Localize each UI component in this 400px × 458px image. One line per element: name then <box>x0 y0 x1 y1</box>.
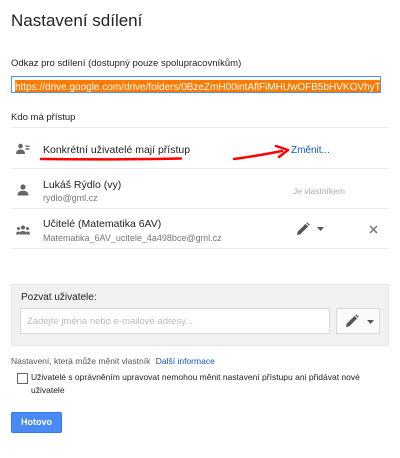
user-email: rydlo@gml.cz <box>43 193 98 203</box>
user-name: Lukáš Rýdlo (vy) <box>43 179 122 191</box>
invite-label: Pozvat uživatele: <box>21 292 97 303</box>
divider <box>11 127 389 128</box>
permission-dropdown[interactable] <box>296 221 326 237</box>
owner-settings-text: Nastavení, která může měnit vlastník <box>11 356 151 366</box>
people-icon <box>16 143 30 154</box>
change-visibility-link[interactable]: Změnit... <box>291 145 330 156</box>
group-email: Matematika_6AV_ucitele_4a498bce@gml.cz <box>43 233 222 243</box>
chevron-down-icon <box>317 227 324 231</box>
share-link-field[interactable]: https://drive.google.com/drive/folders/0… <box>11 76 381 93</box>
editors-restriction-label: Uživatelé s oprávněním upravovat nemohou… <box>31 372 360 395</box>
invite-input[interactable] <box>20 308 330 334</box>
owner-role: Je vlastníkem <box>293 186 345 196</box>
red-underline-annotation <box>40 157 182 161</box>
remove-user-icon[interactable] <box>369 225 378 234</box>
divider <box>11 208 389 209</box>
invite-permission-dropdown[interactable] <box>336 308 380 334</box>
dialog-title: Nastavení sdílení <box>11 11 143 30</box>
group-name: Učitelé (Matematika 6AV) <box>43 218 162 230</box>
editors-restriction-checkbox[interactable] <box>17 373 28 384</box>
person-icon <box>17 184 29 196</box>
done-button[interactable]: Hotovo <box>11 412 62 433</box>
pencil-icon <box>346 314 359 327</box>
access-section-label: Kdo má přístup <box>11 112 76 123</box>
share-link-url: https://drive.google.com/drive/folders/0… <box>15 80 380 92</box>
group-icon <box>16 225 30 235</box>
pencil-icon <box>297 222 310 235</box>
owner-settings-note: Nastavení, která může měnit vlastník Dal… <box>11 356 215 366</box>
divider <box>11 248 389 249</box>
visibility-label: Konkrétní uživatelé mají přístup <box>43 144 191 156</box>
divider <box>11 168 389 169</box>
red-arrow-annotation <box>232 144 290 161</box>
share-link-label: Odkaz pro sdílení (dostupný pouze spolup… <box>11 58 242 69</box>
chevron-down-icon <box>367 320 374 324</box>
more-info-link[interactable]: Další informace <box>156 356 215 366</box>
